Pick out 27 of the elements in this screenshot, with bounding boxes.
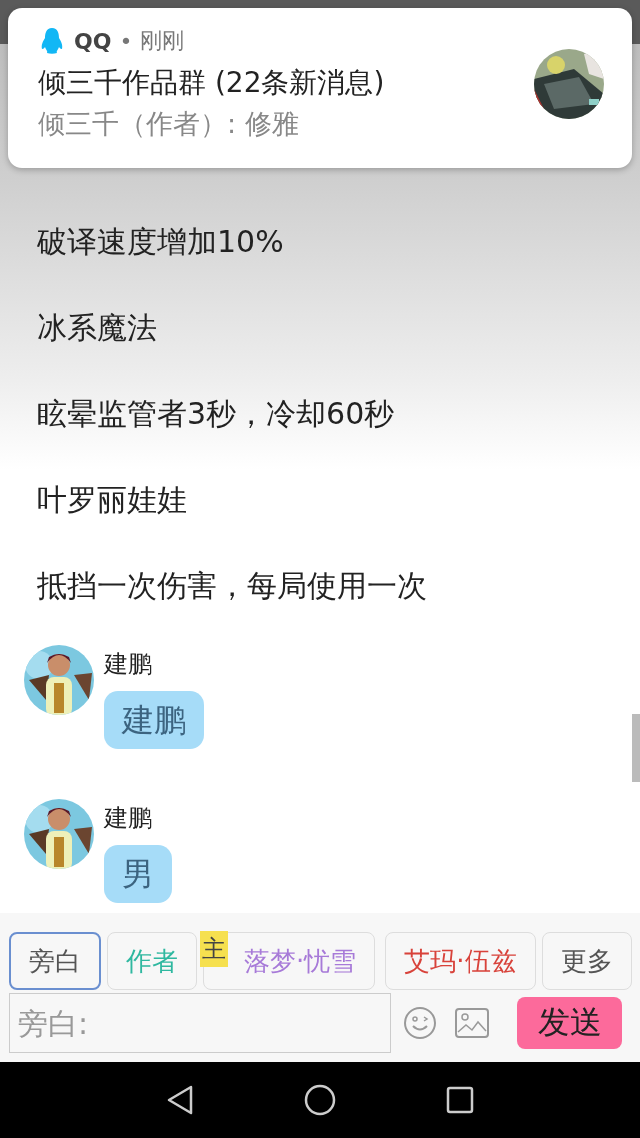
role-tab[interactable]: 更多: [541, 932, 632, 990]
narration-text: 眩晕监管者3秒，冷却60秒: [37, 395, 395, 433]
emoji-icon[interactable]: [403, 1006, 437, 1040]
message-bubble: 建鹏: [104, 691, 204, 749]
app-name: QQ: [74, 28, 112, 54]
narration-text: 破译速度增加10%: [37, 223, 284, 261]
role-tab[interactable]: 主 落梦·忧雪: [203, 932, 376, 990]
sender-name: 建鹏: [104, 649, 153, 679]
back-icon[interactable]: [166, 1084, 194, 1116]
notification-title: 倾三千作品群 (22条新消息): [38, 65, 385, 101]
image-icon[interactable]: [455, 1008, 489, 1038]
message-bubble: 男: [104, 845, 172, 903]
role-tab[interactable]: 旁白: [9, 932, 101, 990]
scrollbar[interactable]: [632, 714, 640, 782]
message-input[interactable]: 旁白:: [9, 993, 391, 1053]
separator-dot: •: [119, 28, 133, 54]
host-badge: 主: [200, 931, 228, 967]
narration-text: 叶罗丽娃娃: [37, 481, 187, 519]
sender-name: 建鹏: [104, 803, 153, 833]
notification-text: 倾三千（作者）: 修雅: [38, 107, 300, 141]
send-button[interactable]: 发送: [517, 997, 622, 1049]
narration-text: 冰系魔法: [37, 309, 157, 347]
home-icon[interactable]: [304, 1084, 336, 1116]
narration-text: 抵挡一次伤害，每局使用一次: [37, 567, 427, 605]
recents-icon[interactable]: [446, 1086, 474, 1114]
notification-time: 刚刚: [140, 27, 185, 55]
role-tab[interactable]: 艾玛·伍兹: [385, 932, 536, 990]
